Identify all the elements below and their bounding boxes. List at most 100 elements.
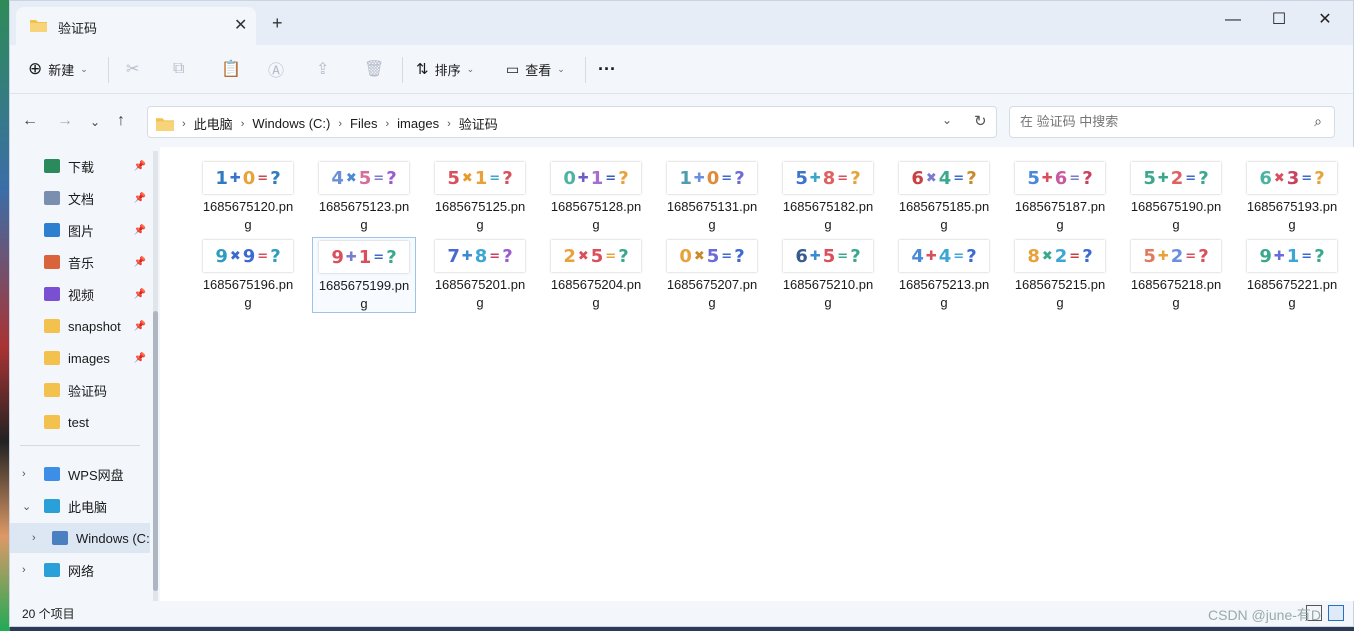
recent-locations-chevron-icon[interactable]: ⌄ <box>90 115 100 129</box>
large-icons-view-icon[interactable] <box>1328 605 1344 621</box>
tab-title: 验证码 <box>58 21 98 36</box>
file-explorer-window: 验证码 ✕ + — ☐ ✕ ⊕ 新建 ⌄ ✂ ⧉ 📋 Ⓐ ⇪ 🗑 ⇅ 排序 ⌄ … <box>9 0 1354 627</box>
chevron-down-icon: ⌄ <box>466 63 475 74</box>
chevron-right-icon: › <box>338 117 343 130</box>
sidebar-item-label: images <box>68 350 110 366</box>
file-item[interactable]: 4 ✚ 4 =? 1685675213.png <box>892 237 996 313</box>
copy-icon[interactable]: ⧉ <box>173 60 184 78</box>
delete-icon[interactable]: 🗑 <box>364 59 384 79</box>
up-arrow-icon[interactable]: ↑ <box>117 112 125 130</box>
file-item[interactable]: 6 ✖ 3 =? 1685675193.png <box>1240 159 1344 235</box>
file-name: 1685675187.png <box>1014 199 1106 232</box>
search-box[interactable]: ⌕ <box>1009 106 1335 138</box>
breadcrumb-item[interactable]: 验证码 <box>459 114 498 133</box>
pin-icon[interactable]: 📌 <box>134 193 146 204</box>
captcha-glyph: ✖ <box>1273 170 1285 186</box>
cut-icon[interactable]: ✂ <box>126 59 139 79</box>
close-button[interactable]: ✕ <box>1302 7 1348 35</box>
captcha-glyph: = <box>605 170 617 186</box>
file-item[interactable]: 0 ✚ 1 =? 1685675128.png <box>544 159 648 235</box>
tab-current[interactable]: 验证码 ✕ <box>16 7 256 45</box>
navigation-pane-scrollbar[interactable] <box>153 151 158 601</box>
sidebar-item[interactable]: 视频 📌 <box>10 279 150 309</box>
expand-chevron-icon[interactable]: › <box>32 532 36 544</box>
refresh-icon[interactable]: ↻ <box>974 112 987 130</box>
plus-circle-icon: ⊕ <box>28 59 43 78</box>
captcha-glyph: ? <box>966 245 977 267</box>
file-item[interactable]: 5 ✚ 8 =? 1685675182.png <box>776 159 880 235</box>
file-item[interactable]: 5 ✚ 6 =? 1685675187.png <box>1008 159 1112 235</box>
file-item[interactable]: 9 ✖ 9 =? 1685675196.png <box>196 237 300 313</box>
expand-chevron-icon[interactable]: › <box>22 468 26 480</box>
address-bar[interactable]: › 此电脑 › Windows (C:) › Files › images › … <box>147 106 997 138</box>
share-icon[interactable]: ⇪ <box>316 59 329 79</box>
breadcrumb-item[interactable]: images <box>397 116 439 131</box>
file-item[interactable]: 5 ✚ 2 =? 1685675218.png <box>1124 237 1228 313</box>
paste-icon[interactable]: 📋 <box>221 59 241 79</box>
pin-icon[interactable]: 📌 <box>134 225 146 236</box>
file-name: 1685675215.png <box>1014 277 1106 310</box>
file-item[interactable]: 8 ✖ 2 =? 1685675215.png <box>1008 237 1112 313</box>
sidebar-item-label: 下载 <box>68 159 95 175</box>
view-button[interactable]: ▭ 查看 ⌄ <box>506 58 565 80</box>
file-name: 1685675196.png <box>202 277 294 310</box>
more-options-button[interactable]: ··· <box>598 58 616 80</box>
breadcrumb-item[interactable]: 此电脑 <box>194 114 233 133</box>
sort-button[interactable]: ⇅ 排序 ⌄ <box>416 58 474 80</box>
expand-chevron-icon[interactable]: ⌄ <box>22 500 31 513</box>
captcha-thumbnail: 6 ✖ 3 =? <box>1247 162 1337 194</box>
search-input[interactable] <box>1018 113 1302 130</box>
maximize-button[interactable]: ☐ <box>1256 7 1302 35</box>
breadcrumb-item[interactable]: Windows (C:) <box>252 116 330 131</box>
pin-icon[interactable]: 📌 <box>134 257 146 268</box>
file-item[interactable]: 5 ✚ 2 =? 1685675190.png <box>1124 159 1228 235</box>
tree-item[interactable]: ⌄ 此电脑 <box>10 491 150 521</box>
captcha-glyph: 4 <box>938 167 952 189</box>
sidebar-item[interactable]: 图片 📌 <box>10 215 150 245</box>
captcha-glyph: ✚ <box>461 248 473 264</box>
tree-item[interactable]: › 网络 <box>10 555 150 585</box>
sidebar-item[interactable]: 音乐 📌 <box>10 247 150 277</box>
folder-icon <box>44 415 60 429</box>
search-icon[interactable]: ⌕ <box>1314 113 1322 130</box>
breadcrumb-item[interactable]: Files <box>350 116 377 131</box>
file-item[interactable]: 0 ✖ 5 =? 1685675207.png <box>660 237 764 313</box>
address-dropdown-icon[interactable]: ⌄ <box>942 113 952 127</box>
file-item[interactable]: 7 ✚ 8 =? 1685675201.png <box>428 237 532 313</box>
rename-icon[interactable]: Ⓐ <box>268 57 284 81</box>
sidebar-item[interactable]: 验证码 <box>10 375 150 405</box>
sidebar-item[interactable]: images 📌 <box>10 343 150 373</box>
sidebar-item[interactable]: snapshot 📌 <box>10 311 150 341</box>
chevron-right-icon: › <box>447 117 451 130</box>
chevron-right-icon: › <box>182 117 186 130</box>
file-item[interactable]: 6 ✖ 4 =? 1685675185.png <box>892 159 996 235</box>
pin-icon[interactable]: 📌 <box>134 321 146 332</box>
file-item[interactable]: 2 ✖ 5 =? 1685675204.png <box>544 237 648 313</box>
file-item[interactable]: 9 ✚ 1 =? 1685675199.png <box>312 237 416 313</box>
pin-icon[interactable]: 📌 <box>134 161 146 172</box>
tree-item[interactable]: › WPS网盘 <box>10 459 150 489</box>
tree-item[interactable]: › Windows (C: <box>10 523 150 553</box>
file-item[interactable]: 9 ✚ 1 =? 1685675221.png <box>1240 237 1344 313</box>
captcha-glyph: ? <box>1314 167 1325 189</box>
expand-chevron-icon[interactable]: › <box>22 564 26 576</box>
new-tab-button[interactable]: + <box>272 13 283 34</box>
file-list: 1 ✚ 0 =? 1685675120.png 4 ✖ 5 =? 1685675123.png 5 ✖… <box>160 147 1354 601</box>
forward-arrow-icon[interactable]: → <box>57 112 73 130</box>
sidebar-item[interactable]: 文档 📌 <box>10 183 150 213</box>
scrollbar-thumb[interactable] <box>153 311 158 591</box>
sidebar-item[interactable]: test <box>10 407 150 437</box>
minimize-button[interactable]: — <box>1210 7 1256 35</box>
file-item[interactable]: 4 ✖ 5 =? 1685675123.png <box>312 159 416 235</box>
file-item[interactable]: 6 ✚ 5 =? 1685675210.png <box>776 237 880 313</box>
pin-icon[interactable]: 📌 <box>134 353 146 364</box>
pin-icon[interactable]: 📌 <box>134 289 146 300</box>
file-item[interactable]: 1 ✚ 0 =? 1685675131.png <box>660 159 764 235</box>
file-item[interactable]: 5 ✖ 1 =? 1685675125.png <box>428 159 532 235</box>
file-item[interactable]: 1 ✚ 0 =? 1685675120.png <box>196 159 300 235</box>
sidebar-item[interactable]: 下载 📌 <box>10 151 150 181</box>
captcha-glyph: 4 <box>331 167 344 189</box>
tab-close-icon[interactable]: ✕ <box>234 15 247 35</box>
new-button[interactable]: ⊕ 新建 ⌄ <box>28 58 88 80</box>
back-arrow-icon[interactable]: ← <box>22 112 38 130</box>
